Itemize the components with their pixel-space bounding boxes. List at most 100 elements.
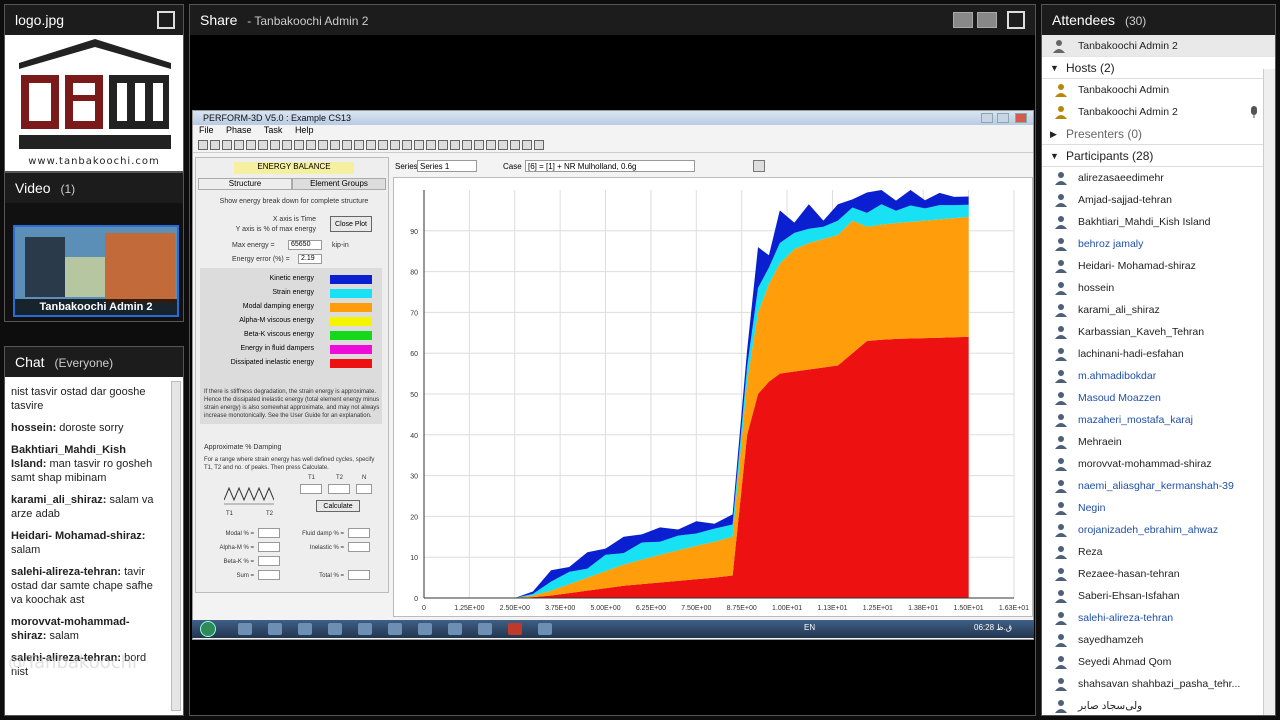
close-icon[interactable] bbox=[1015, 113, 1027, 123]
tool-icon[interactable] bbox=[282, 140, 292, 150]
menu-phase[interactable]: Phase bbox=[226, 125, 252, 135]
folder-icon[interactable] bbox=[448, 623, 462, 635]
save-icon[interactable] bbox=[222, 140, 232, 150]
fluid-damp-field[interactable] bbox=[348, 528, 370, 538]
participant-row[interactable]: Heidari- Mohamad-shiraz bbox=[1042, 255, 1275, 277]
participant-row[interactable]: Negin bbox=[1042, 497, 1275, 519]
menu-help[interactable]: Help bbox=[295, 125, 314, 135]
tool-icon[interactable] bbox=[246, 140, 256, 150]
participant-row[interactable]: Masoud Moazzen bbox=[1042, 387, 1275, 409]
chrome-icon[interactable] bbox=[238, 623, 252, 635]
print-icon[interactable] bbox=[234, 140, 244, 150]
alpha-m-pct-field[interactable] bbox=[258, 542, 280, 552]
tool-icon[interactable] bbox=[474, 140, 484, 150]
participant-row[interactable]: karami_ali_shiraz bbox=[1042, 299, 1275, 321]
max-energy-field[interactable]: 65650 bbox=[288, 240, 322, 250]
case-select[interactable]: [6] = [1] + NR Mulholland, 0.6g bbox=[525, 160, 695, 172]
chat-scope[interactable]: (Everyone) bbox=[54, 356, 113, 370]
calculate-button[interactable]: Calculate bbox=[316, 500, 360, 512]
participant-row[interactable]: m.ahmadibokdar bbox=[1042, 365, 1275, 387]
participant-row[interactable]: Reza bbox=[1042, 541, 1275, 563]
tool-icon[interactable] bbox=[294, 140, 304, 150]
open-icon[interactable] bbox=[210, 140, 220, 150]
tool-icon[interactable] bbox=[426, 140, 436, 150]
participant-row[interactable]: morovvat-mohammad-shiraz bbox=[1042, 453, 1275, 475]
chat-scrollbar[interactable] bbox=[171, 381, 181, 711]
excel-icon[interactable] bbox=[478, 623, 492, 635]
tool-icon[interactable] bbox=[462, 140, 472, 150]
tool-icon[interactable] bbox=[390, 140, 400, 150]
tool-icon[interactable] bbox=[402, 140, 412, 150]
taskbar-app-icon[interactable] bbox=[358, 623, 372, 635]
tool-icon[interactable] bbox=[378, 140, 388, 150]
participant-row[interactable]: ولی‌سجاد صابر bbox=[1042, 695, 1275, 715]
t1-field[interactable] bbox=[300, 484, 322, 494]
tool-icon[interactable] bbox=[438, 140, 448, 150]
participant-row[interactable]: hossein bbox=[1042, 277, 1275, 299]
participant-row[interactable]: Seyedi Ahmad Qom bbox=[1042, 651, 1275, 673]
maximize-icon[interactable] bbox=[997, 113, 1009, 123]
attendees-scrollbar[interactable] bbox=[1263, 69, 1275, 715]
host-row[interactable]: Tanbakoochi Admin 2 bbox=[1042, 101, 1275, 123]
participant-row[interactable]: Mehraein bbox=[1042, 431, 1275, 453]
start-button-icon[interactable] bbox=[200, 621, 216, 637]
taskbar-app-icon[interactable] bbox=[538, 623, 552, 635]
total-pct-field[interactable] bbox=[348, 570, 370, 580]
tool-icon[interactable] bbox=[330, 140, 340, 150]
participant-row[interactable]: Amjad-sajjad-tehran bbox=[1042, 189, 1275, 211]
taskbar-app-icon[interactable] bbox=[388, 623, 402, 635]
participant-row[interactable]: Saberi-Ehsan-Isfahan bbox=[1042, 585, 1275, 607]
hosts-section[interactable]: ▼ Hosts (2) bbox=[1042, 57, 1275, 79]
tool-icon[interactable] bbox=[366, 140, 376, 150]
taskbar-app-icon[interactable] bbox=[298, 623, 312, 635]
menu-task[interactable]: Task bbox=[264, 125, 283, 135]
energy-error-field[interactable]: 2.19 bbox=[298, 254, 322, 264]
tool-icon[interactable] bbox=[486, 140, 496, 150]
tool-icon[interactable] bbox=[318, 140, 328, 150]
participant-row[interactable]: Karbassian_Kaveh_Tehran bbox=[1042, 321, 1275, 343]
beta-k-pct-field[interactable] bbox=[258, 556, 280, 566]
minimize-icon[interactable] bbox=[981, 113, 993, 123]
series-select[interactable]: Series 1 bbox=[417, 160, 477, 172]
stop-share-icon[interactable] bbox=[953, 12, 973, 28]
participant-row[interactable]: alirezasaeedimehr bbox=[1042, 167, 1275, 189]
n-field[interactable] bbox=[356, 484, 372, 494]
save-icon[interactable] bbox=[753, 160, 765, 172]
participant-row[interactable]: orojanizadeh_ebrahim_ahwaz bbox=[1042, 519, 1275, 541]
tool-icon[interactable] bbox=[354, 140, 364, 150]
t2-field[interactable] bbox=[328, 484, 350, 494]
participant-row[interactable]: Rezaee-hasan-tehran bbox=[1042, 563, 1275, 585]
participant-row[interactable]: shahsavan shahbazi_pasha_tehr... bbox=[1042, 673, 1275, 695]
language-indicator[interactable]: EN bbox=[804, 623, 815, 632]
current-user-row[interactable]: Tanbakoochi Admin 2 bbox=[1042, 35, 1275, 57]
tool-icon[interactable] bbox=[342, 140, 352, 150]
inelastic-pct-field[interactable] bbox=[348, 542, 370, 552]
tool-icon[interactable] bbox=[414, 140, 424, 150]
fullscreen-icon[interactable] bbox=[157, 11, 175, 29]
tab-structure[interactable]: Structure bbox=[198, 178, 292, 190]
tool-icon[interactable] bbox=[450, 140, 460, 150]
menu-file[interactable]: File bbox=[199, 125, 214, 135]
tool-icon[interactable] bbox=[306, 140, 316, 150]
taskbar-app-icon[interactable] bbox=[268, 623, 282, 635]
presenters-section[interactable]: ▶ Presenters (0) bbox=[1042, 123, 1275, 145]
tool-icon[interactable] bbox=[258, 140, 268, 150]
tool-icon[interactable] bbox=[270, 140, 280, 150]
tool-icon[interactable] bbox=[510, 140, 520, 150]
tool-icon[interactable] bbox=[522, 140, 532, 150]
taskbar-app-icon[interactable] bbox=[328, 623, 342, 635]
fit-width-icon[interactable] bbox=[977, 12, 997, 28]
participant-row[interactable]: behroz jamaly bbox=[1042, 233, 1275, 255]
tool-icon[interactable] bbox=[534, 140, 544, 150]
host-row[interactable]: Tanbakoochi Admin bbox=[1042, 79, 1275, 101]
taskbar-app-icon[interactable] bbox=[418, 623, 432, 635]
participant-row[interactable]: salehi-alireza-tehran bbox=[1042, 607, 1275, 629]
participant-row[interactable]: lachinani-hadi-esfahan bbox=[1042, 343, 1275, 365]
participant-row[interactable]: naemi_aliasghar_kermanshah-39 bbox=[1042, 475, 1275, 497]
participant-row[interactable]: sayedhamzeh bbox=[1042, 629, 1275, 651]
close-plot-button[interactable]: Close Plot bbox=[330, 216, 372, 232]
new-icon[interactable] bbox=[198, 140, 208, 150]
participants-section[interactable]: ▼ Participants (28) bbox=[1042, 145, 1275, 167]
video-stream[interactable]: Tanbakoochi Admin 2 bbox=[13, 225, 179, 317]
clock[interactable]: 06:28 ق.ظ bbox=[974, 623, 1012, 632]
